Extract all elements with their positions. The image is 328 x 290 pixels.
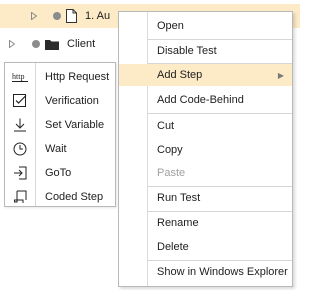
expand-arrow-icon[interactable] bbox=[7, 40, 17, 48]
download-arrow-icon bbox=[5, 118, 35, 132]
menu-item-run-test[interactable]: Run Test bbox=[119, 187, 292, 209]
http-icon: http bbox=[5, 71, 35, 83]
menu-item-cut[interactable]: Cut bbox=[119, 115, 292, 137]
menu-item-copy[interactable]: Copy bbox=[119, 139, 292, 161]
submenu-item-label: Http Request bbox=[45, 71, 110, 83]
context-menu: Open Disable Test Add Step ▶ Add Code-Be… bbox=[118, 11, 293, 287]
menu-item-label: Cut bbox=[157, 120, 175, 132]
submenu-item-wait[interactable]: Wait bbox=[5, 137, 115, 161]
menu-item-label: Show in Windows Explorer bbox=[157, 266, 288, 278]
menu-item-label: Add Code-Behind bbox=[157, 94, 244, 106]
tree-item-label: Client bbox=[67, 38, 96, 50]
status-dot-icon bbox=[32, 40, 40, 48]
expand-arrow-icon[interactable] bbox=[29, 12, 39, 20]
submenu-item-label: Verification bbox=[45, 95, 99, 107]
status-dot-icon bbox=[53, 12, 61, 20]
submenu-item-set-variable[interactable]: Set Variable bbox=[5, 113, 115, 137]
submenu-item-http-request[interactable]: http Http Request bbox=[5, 65, 115, 89]
menu-item-label: Copy bbox=[157, 144, 183, 156]
submenu-arrow-icon: ▶ bbox=[277, 70, 284, 80]
menu-item-label: Disable Test bbox=[157, 45, 217, 57]
menu-item-add-step[interactable]: Add Step ▶ bbox=[119, 64, 292, 86]
document-icon bbox=[66, 9, 77, 23]
menu-item-label: Delete bbox=[157, 241, 189, 253]
tree-item-client[interactable]: Client bbox=[0, 32, 120, 56]
menu-item-label: Rename bbox=[157, 217, 199, 229]
menu-item-disable-test[interactable]: Disable Test bbox=[119, 40, 292, 62]
submenu-item-label: Set Variable bbox=[45, 119, 105, 131]
menu-item-rename[interactable]: Rename bbox=[119, 212, 292, 234]
goto-arrow-icon bbox=[5, 166, 35, 180]
submenu-item-label: GoTo bbox=[45, 167, 72, 179]
submenu-item-verification[interactable]: Verification bbox=[5, 89, 115, 113]
menu-item-paste[interactable]: Paste bbox=[119, 162, 292, 184]
folder-icon bbox=[45, 39, 59, 50]
menu-item-add-code-behind[interactable]: Add Code-Behind bbox=[119, 89, 292, 111]
menu-separator bbox=[147, 113, 292, 114]
menu-item-delete[interactable]: Delete bbox=[119, 236, 292, 258]
menu-item-label: Open bbox=[157, 20, 184, 32]
svg-text:http: http bbox=[12, 72, 24, 81]
menu-item-label: Paste bbox=[157, 167, 186, 179]
clock-icon bbox=[5, 142, 35, 156]
menu-item-open[interactable]: Open bbox=[119, 15, 292, 37]
submenu-item-label: Coded Step bbox=[45, 191, 104, 203]
menu-item-show-in-explorer[interactable]: Show in Windows Explorer bbox=[119, 261, 292, 283]
menu-item-label: Run Test bbox=[157, 192, 201, 204]
submenu-item-label: Wait bbox=[45, 143, 67, 155]
submenu-item-goto[interactable]: GoTo bbox=[5, 161, 115, 185]
add-step-submenu: http Http Request Verification Set Varia… bbox=[4, 62, 116, 207]
submenu-item-coded-step[interactable]: Coded Step bbox=[5, 185, 115, 209]
menu-item-label: Add Step bbox=[157, 69, 203, 81]
tree-item-label: 1. Au bbox=[85, 10, 111, 22]
checkbox-icon bbox=[5, 94, 35, 108]
scroll-icon bbox=[5, 190, 35, 204]
